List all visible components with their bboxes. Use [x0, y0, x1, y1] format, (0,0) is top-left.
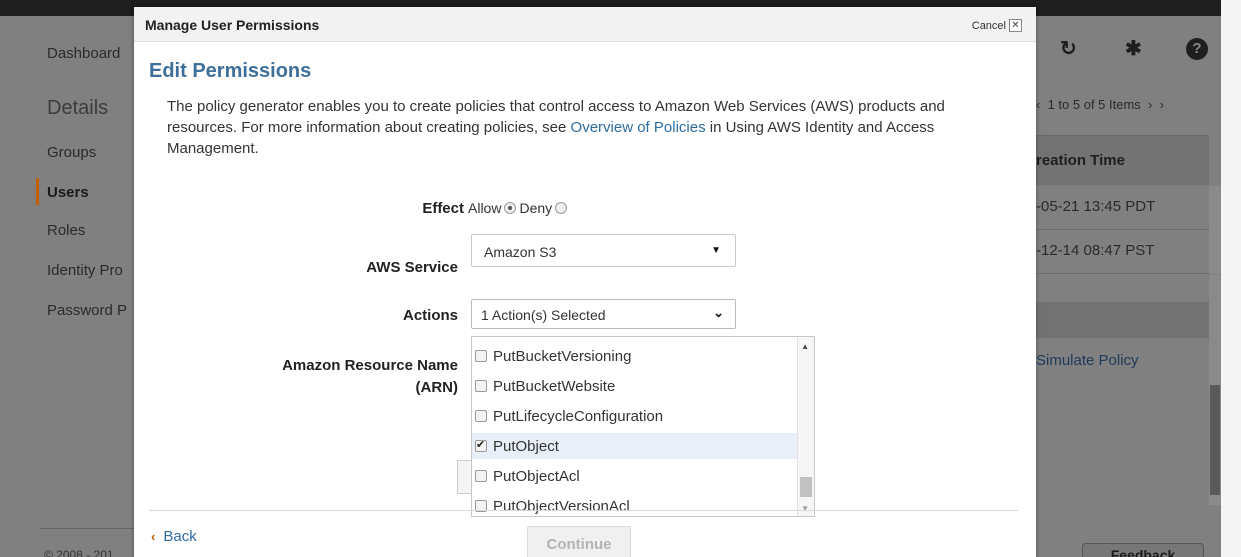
list-item[interactable]: PutObjectVersionAcl: [472, 493, 802, 516]
effect-radio-group: Allow Deny: [468, 200, 568, 216]
actions-value: 1 Action(s) Selected: [481, 307, 606, 323]
table-header: reation Time: [1036, 135, 1209, 185]
table-row[interactable]: -05-21 13:45 PDT: [1036, 186, 1209, 230]
dialog-footer-divider: [149, 510, 1018, 511]
list-item[interactable]: PutObjectAcl: [472, 463, 802, 489]
sidebar-active-indicator: [36, 178, 39, 205]
effect-label: Effect: [422, 200, 464, 217]
chevron-left-icon: ‹: [151, 529, 156, 544]
footer-divider: [40, 528, 135, 529]
intro-text: The policy generator enables you to crea…: [167, 96, 1017, 159]
pagination-label: 1 to 5 of 5 Items: [1047, 97, 1141, 112]
effect-allow-radio[interactable]: [504, 202, 517, 214]
action-label: PutBucketWebsite: [493, 377, 616, 395]
cancel-button[interactable]: Cancel ✕: [972, 19, 1022, 32]
table-cell: -12-14 08:47 PST: [1036, 242, 1155, 259]
help-icon[interactable]: ?: [1186, 38, 1208, 60]
effect-allow-label[interactable]: Allow: [468, 200, 501, 216]
detail-panel-header: [1036, 302, 1209, 338]
checkbox[interactable]: [475, 470, 487, 482]
sidebar-item-roles[interactable]: Roles: [47, 222, 85, 239]
chevron-down-icon: ⌄: [713, 305, 724, 320]
checkbox[interactable]: [475, 380, 487, 392]
list-item[interactable]: PutObject: [472, 433, 802, 459]
back-label: Back: [163, 528, 197, 545]
actions-select[interactable]: 1 Action(s) Selected ⌄: [471, 299, 736, 329]
sidebar-item-identity-providers[interactable]: Identity Pro: [47, 262, 123, 279]
list-item[interactable]: PutBucketVersioning: [472, 343, 802, 369]
sidebar-heading-details: Details: [47, 97, 109, 119]
scroll-up-icon[interactable]: ▲: [801, 342, 809, 351]
simulate-policy-link[interactable]: Simulate Policy: [1036, 352, 1139, 369]
table-cell: -05-21 13:45 PDT: [1036, 198, 1156, 215]
scrollbar-thumb[interactable]: [800, 477, 812, 497]
dialog-header: Manage User Permissions Cancel ✕: [134, 7, 1036, 42]
scroll-down-icon[interactable]: ▼: [801, 504, 809, 513]
sidebar-dashboard[interactable]: Dashboard: [47, 45, 120, 62]
action-label: PutObjectVersionAcl: [493, 497, 630, 515]
manage-permissions-dialog: Manage User Permissions Cancel ✕ Edit Pe…: [134, 7, 1036, 557]
feedback-button[interactable]: Feedback: [1082, 543, 1204, 557]
sidebar-item-users[interactable]: Users: [47, 184, 89, 201]
page-title: Edit Permissions: [149, 60, 312, 82]
checkbox[interactable]: [475, 410, 487, 422]
sidebar-item-password-policy[interactable]: Password P: [47, 302, 127, 319]
aws-service-value: Amazon S3: [484, 244, 557, 260]
action-label: PutBucketVersioning: [493, 347, 632, 365]
checkbox-checked[interactable]: [475, 438, 487, 452]
actions-label: Actions: [402, 307, 458, 324]
add-statement-button[interactable]: [457, 460, 471, 494]
column-header-creation-time[interactable]: reation Time: [1036, 152, 1125, 169]
aws-service-select[interactable]: Amazon S3 ▼: [471, 234, 736, 267]
cancel-label: Cancel: [971, 19, 1006, 32]
chevron-left-icon[interactable]: ‹: [1036, 97, 1040, 112]
back-button[interactable]: ‹ Back: [151, 528, 197, 545]
gear-icon[interactable]: ✱: [1125, 36, 1142, 61]
footer-copyright: © 2008 - 201: [44, 548, 114, 557]
actions-dropdown-list: PutBucketVersioning PutBucketWebsite Put…: [471, 336, 815, 517]
close-icon[interactable]: ✕: [1009, 19, 1022, 32]
chevron-right-icon[interactable]: ›: [1148, 97, 1152, 112]
arn-label: Amazon Resource Name (ARN): [282, 355, 458, 399]
table-scrollbar[interactable]: [1209, 186, 1221, 274]
refresh-icon[interactable]: ↻: [1060, 36, 1077, 61]
list-item[interactable]: PutLifecycleConfiguration: [472, 403, 802, 429]
sidebar-item-groups[interactable]: Groups: [47, 144, 96, 161]
caret-down-icon: ▼: [711, 245, 721, 256]
checkbox[interactable]: [475, 350, 487, 362]
pagination: ‹ 1 to 5 of 5 Items › ›: [1036, 97, 1164, 112]
action-label: PutObjectAcl: [493, 467, 580, 485]
action-label: PutObject: [493, 437, 559, 455]
continue-button[interactable]: Continue: [527, 526, 631, 557]
effect-deny-radio[interactable]: [555, 202, 568, 214]
arn-label-line-1: Amazon Resource Name: [282, 357, 458, 374]
dropdown-scrollbar[interactable]: ▲ ▼: [797, 337, 814, 516]
page-scrollbar[interactable]: [1221, 0, 1241, 557]
list-item[interactable]: PutBucketWebsite: [472, 373, 802, 399]
effect-deny-label[interactable]: Deny: [519, 200, 552, 216]
chevron-right-last-icon[interactable]: ›: [1160, 97, 1164, 112]
panel-scrollbar-thumb[interactable]: [1210, 385, 1220, 495]
table-row[interactable]: -12-14 08:47 PST: [1036, 230, 1209, 274]
arn-label-line-2: (ARN): [415, 379, 459, 396]
dialog-title: Manage User Permissions: [145, 17, 320, 33]
action-label: PutLifecycleConfiguration: [493, 407, 664, 425]
aws-service-label: AWS Service: [366, 259, 458, 276]
overview-of-policies-link[interactable]: Overview of Policies: [571, 119, 706, 136]
